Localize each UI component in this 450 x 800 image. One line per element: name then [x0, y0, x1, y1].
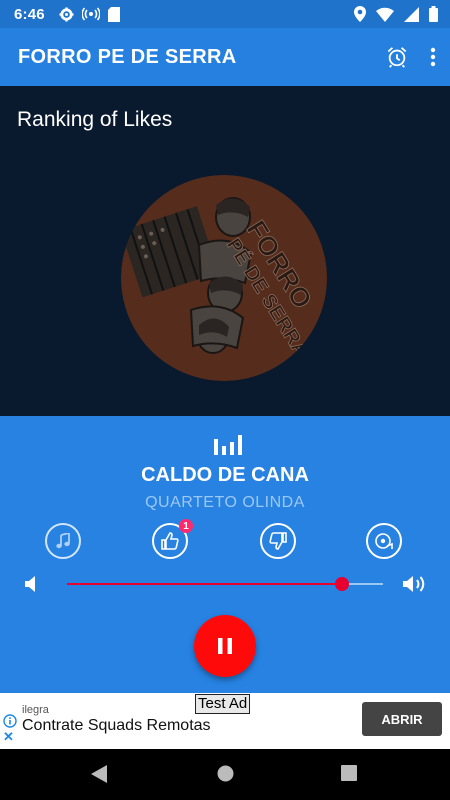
wifi-icon: [376, 7, 394, 22]
more-vert-icon[interactable]: [430, 47, 436, 67]
disc-icon: [375, 533, 393, 549]
recents-icon[interactable]: [341, 765, 357, 781]
alarm-icon[interactable]: [386, 46, 408, 68]
ad-banner[interactable]: Test Ad ✕ ilegra Contrate Squads Remotas…: [0, 693, 450, 749]
disc-button[interactable]: [366, 523, 402, 559]
back-icon[interactable]: [91, 765, 107, 783]
player-panel: CALDO DE CANA QUARTETO OLINDA 1: [0, 416, 450, 693]
settings-icon: [59, 6, 74, 22]
ad-open-button[interactable]: ABRIR: [362, 702, 442, 736]
ranking-banner: Ranking of Likes FORRO PÉ DE SERRA: [0, 86, 450, 416]
ad-advertiser: ilegra: [22, 704, 49, 716]
volume-high-icon[interactable]: [402, 573, 428, 595]
volume-row: [0, 572, 450, 596]
ranking-label: Ranking of Likes: [17, 108, 173, 131]
status-bar: 6:46: [0, 0, 450, 28]
music-note-icon: [56, 533, 70, 549]
music-note-button[interactable]: [45, 523, 81, 559]
broadcast-icon: [81, 7, 100, 21]
sd-card-icon: [107, 6, 120, 22]
home-icon[interactable]: [217, 765, 234, 782]
test-ad-label: Test Ad: [195, 694, 251, 714]
equalizer-icon: [214, 435, 242, 455]
pause-icon: [218, 638, 232, 654]
ad-close-icon[interactable]: ✕: [3, 730, 14, 743]
cell-signal-icon: [404, 6, 419, 22]
pause-button[interactable]: [194, 615, 256, 677]
ad-headline[interactable]: Contrate Squads Remotas: [22, 717, 211, 735]
location-icon: [354, 6, 366, 22]
song-title: CALDO DE CANA: [141, 464, 309, 486]
like-button[interactable]: 1: [152, 519, 193, 559]
album-artwork: FORRO PÉ DE SERRA: [121, 175, 327, 381]
volume-low-icon[interactable]: [24, 574, 38, 594]
app-bar: FORRO PE DE SERRA: [0, 28, 450, 86]
volume-fill: [67, 583, 342, 585]
dislike-button[interactable]: [260, 523, 296, 559]
thumbs-up-icon: [161, 532, 179, 550]
battery-icon: [429, 6, 438, 22]
like-count-badge: 1: [179, 519, 193, 533]
volume-slider[interactable]: [67, 577, 383, 591]
song-artist: QUARTETO OLINDA: [145, 494, 305, 511]
ad-info-icon[interactable]: [3, 714, 17, 728]
volume-thumb[interactable]: [334, 577, 349, 591]
status-time: 6:46: [14, 5, 45, 23]
thumbs-down-icon: [269, 532, 287, 550]
app-title: FORRO PE DE SERRA: [18, 45, 237, 68]
navigation-bar: [0, 749, 450, 800]
